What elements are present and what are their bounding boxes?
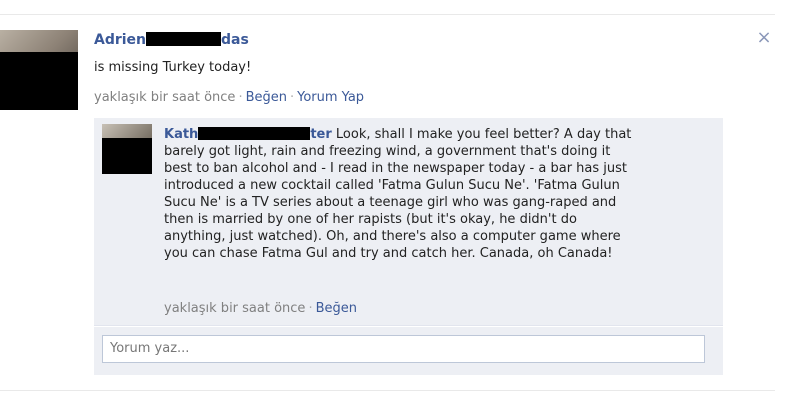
comment-text-line: anything, just watched). Oh, and there's… [164,229,621,244]
close-icon[interactable]: × [756,29,772,47]
comment-text-line: barely got light, rain and freezing wind… [164,144,611,159]
post-like-link[interactable]: Beğen [246,90,287,105]
top-divider [0,14,775,15]
comment-text-line: best to ban alcohol and - I read in the … [164,161,628,176]
post-comment-link[interactable]: Yorum Yap [297,90,364,105]
post-author-name[interactable]: Adrien das [94,32,249,48]
post-author-last[interactable]: das [221,32,249,48]
avatar-redaction [102,138,152,174]
comment-meta: yaklaşık bir saat önce · Beğen [164,301,357,316]
reply-row: Yorum yaz... [94,327,723,375]
bottom-divider [0,390,775,391]
comment-text-line: Sucu Ne' is a TV series about a teenage … [164,195,617,210]
comment-text-line: you can chase Fatma Gul and try and catc… [164,246,613,261]
author-redaction [146,32,222,46]
comment-item: Kath ter Look, shall I make you feel bett… [94,118,723,326]
comment-author-last[interactable]: ter [310,127,331,142]
comment-author-name[interactable]: Kath ter [164,127,332,142]
comment-author-first[interactable]: Kath [164,127,198,142]
comment-like-link[interactable]: Beğen [316,301,357,316]
separator-dot: · [289,90,295,105]
post-author-first[interactable]: Adrien [94,32,146,48]
separator-dot: · [308,301,313,316]
post-meta: yaklaşık bir saat önce · Beğen · Yorum Yap [94,90,364,105]
post-status-text: is missing Turkey today! [94,60,252,75]
comment-text-line: Look, shall I make you feel better? A da… [335,127,632,142]
avatar-redaction [0,52,78,110]
post-timestamp[interactable]: yaklaşık bir saat önce [94,90,235,105]
comment-text-line: introduced a new cocktail called 'Fatma … [164,178,620,193]
post-author-avatar[interactable] [0,30,78,110]
comment-author-avatar[interactable] [102,124,152,174]
comment-line: Kath ter Look, shall I make you feel bett… [164,126,709,143]
comment-body: Kath ter Look, shall I make you feel bett… [164,126,709,262]
comment-timestamp[interactable]: yaklaşık bir saat önce [164,301,305,316]
comment-text-line: then is married by one of her rapists (b… [164,212,577,227]
author-redaction [198,127,311,140]
separator-dot: · [238,90,243,105]
comment-input[interactable]: Yorum yaz... [102,335,705,363]
